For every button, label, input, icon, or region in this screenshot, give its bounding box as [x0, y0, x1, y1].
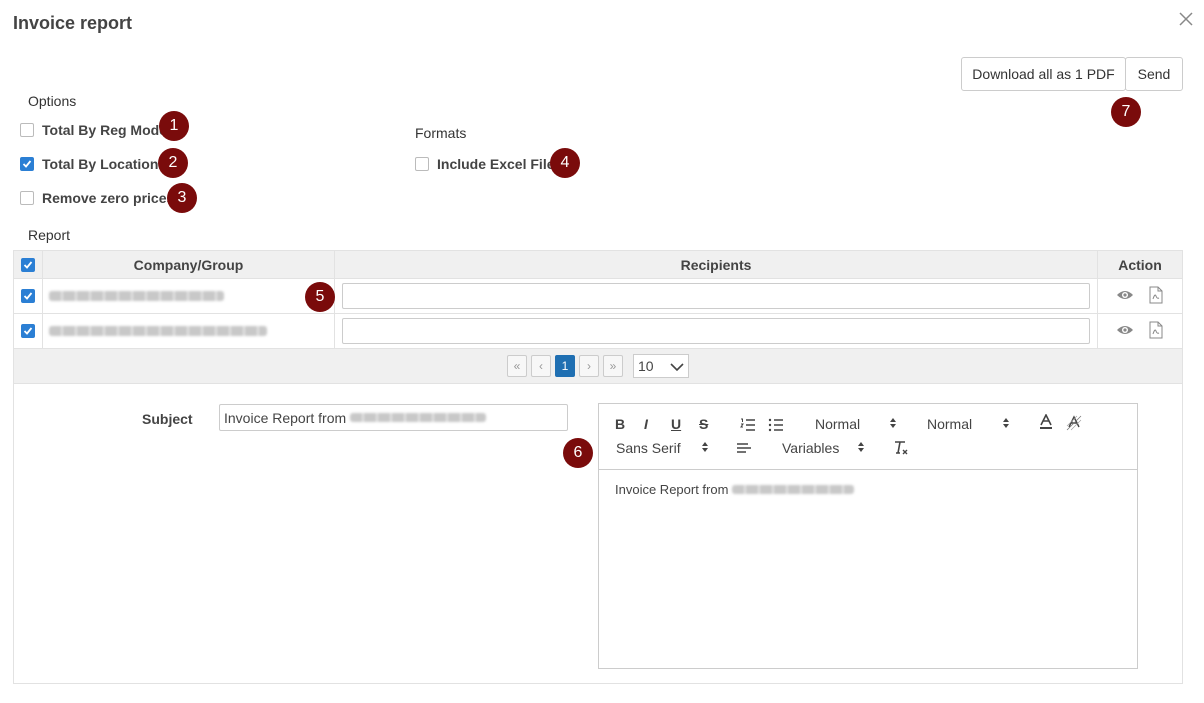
- badge-1: 1: [159, 111, 189, 141]
- page-size-select[interactable]: 10: [633, 354, 689, 378]
- recipients-input[interactable]: [342, 283, 1090, 309]
- recipients-input[interactable]: [342, 318, 1090, 344]
- select-all-checkbox[interactable]: [21, 257, 35, 272]
- updown-icon: [701, 441, 709, 453]
- option-total-by-location[interactable]: Total By Location: [20, 156, 158, 172]
- text-color-icon[interactable]: [1039, 414, 1053, 430]
- badge-7: 7: [1111, 97, 1141, 127]
- checkbox[interactable]: [20, 191, 34, 205]
- option-label: Remove zero prices: [42, 190, 175, 206]
- ordered-list-icon[interactable]: [740, 418, 756, 432]
- checkbox[interactable]: [20, 157, 34, 171]
- option-remove-zero-prices[interactable]: Remove zero prices: [20, 190, 174, 206]
- close-icon[interactable]: [1176, 10, 1196, 30]
- strikethrough-icon[interactable]: S: [699, 416, 708, 432]
- column-header-action: Action: [1118, 256, 1162, 273]
- header-select[interactable]: Normal: [927, 416, 972, 432]
- badge-3: 3: [167, 183, 197, 213]
- badge-2: 2: [158, 148, 188, 178]
- first-page-button[interactable]: «: [507, 355, 527, 377]
- format-label: Include Excel File: [437, 156, 555, 172]
- italic-icon[interactable]: I: [644, 416, 648, 432]
- updown-icon: [889, 417, 897, 429]
- eye-icon[interactable]: [1116, 323, 1134, 339]
- option-total-by-reg-mode[interactable]: Total By Reg Mode: [20, 122, 167, 138]
- badge-4: 4: [550, 148, 580, 178]
- checkbox[interactable]: [415, 157, 429, 171]
- pdf-icon[interactable]: [1148, 321, 1164, 342]
- editor-toolbar: B I U S Normal Normal Sans Serif Variabl…: [599, 404, 1137, 470]
- page-size-value: 10: [638, 358, 654, 374]
- format-include-excel[interactable]: Include Excel File: [415, 156, 555, 172]
- column-header-company[interactable]: Company/Group: [43, 251, 335, 278]
- table-row: [14, 279, 1182, 314]
- size-select[interactable]: Normal: [815, 416, 860, 432]
- dialog-title: Invoice report: [13, 13, 133, 33]
- row-checkbox[interactable]: [21, 289, 35, 303]
- checkbox[interactable]: [20, 123, 34, 137]
- variables-select[interactable]: Variables: [782, 440, 839, 456]
- download-pdf-button[interactable]: Download all as 1 PDF: [961, 57, 1126, 91]
- underline-icon[interactable]: U: [671, 416, 681, 432]
- pagination: « ‹ 1 › » 10: [14, 349, 1182, 383]
- column-header-recipients[interactable]: Recipients: [335, 251, 1098, 278]
- chevron-down-icon: [670, 358, 684, 374]
- send-button[interactable]: Send: [1125, 57, 1183, 91]
- clear-format-icon[interactable]: [893, 440, 909, 456]
- eye-icon[interactable]: [1116, 288, 1134, 304]
- subject-redacted: [350, 413, 487, 422]
- badge-6: 6: [563, 438, 593, 468]
- body-redacted: [732, 485, 855, 494]
- rich-text-editor: B I U S Normal Normal Sans Serif Variabl…: [598, 403, 1138, 669]
- font-select[interactable]: Sans Serif: [616, 440, 681, 456]
- updown-icon: [1002, 417, 1010, 429]
- table-row: [14, 314, 1182, 349]
- updown-icon: [857, 441, 865, 453]
- report-heading: Report: [28, 227, 71, 243]
- formats-heading: Formats: [415, 125, 467, 141]
- table-header: Company/Group Recipients Action: [14, 251, 1182, 279]
- editor-body[interactable]: Invoice Report from: [599, 470, 1137, 509]
- pdf-icon[interactable]: [1148, 286, 1164, 307]
- last-page-button[interactable]: »: [603, 355, 623, 377]
- subject-label: Subject: [142, 411, 193, 427]
- badge-5: 5: [305, 282, 335, 312]
- bold-icon[interactable]: B: [615, 416, 625, 432]
- body-text: Invoice Report from: [615, 482, 729, 497]
- subject-input[interactable]: Invoice Report from: [219, 404, 568, 431]
- company-name-redacted: [49, 291, 224, 301]
- bullet-list-icon[interactable]: [768, 418, 784, 432]
- option-label: Total By Location: [42, 156, 159, 172]
- prev-page-button[interactable]: ‹: [531, 355, 551, 377]
- row-checkbox[interactable]: [21, 324, 35, 338]
- align-icon[interactable]: [736, 442, 752, 454]
- next-page-button[interactable]: ›: [579, 355, 599, 377]
- options-heading: Options: [28, 93, 77, 109]
- page-button[interactable]: 1: [555, 355, 575, 377]
- subject-value: Invoice Report from: [224, 409, 347, 426]
- background-color-icon[interactable]: [1066, 415, 1082, 431]
- option-label: Total By Reg Mode: [42, 122, 167, 138]
- company-name-redacted: [49, 326, 267, 336]
- report-table: Company/Group Recipients Action « ‹ 1 › …: [13, 250, 1183, 384]
